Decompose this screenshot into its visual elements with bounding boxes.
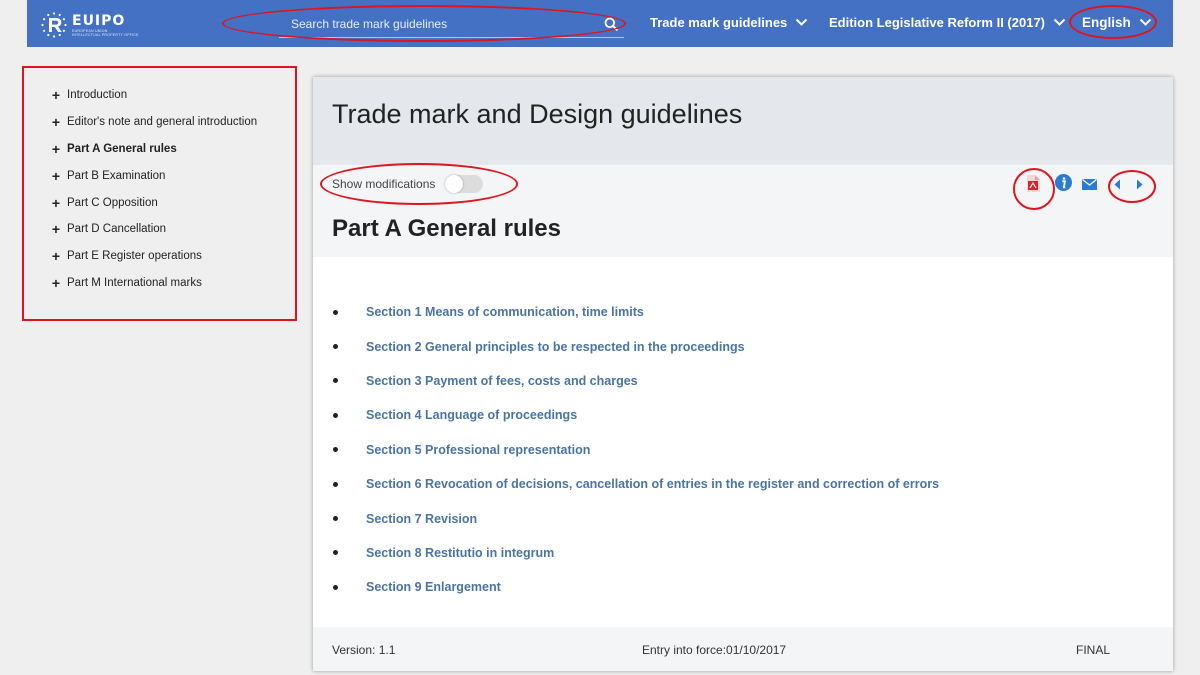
- bullet: [333, 378, 338, 384]
- nav-trade-mark-guidelines[interactable]: Trade mark guidelines: [650, 15, 808, 30]
- bullet: [333, 516, 338, 522]
- bullet: [333, 412, 338, 418]
- list-item: Section 9 Enlargement: [333, 570, 939, 604]
- section-link-7[interactable]: Section 7 Revision: [366, 512, 477, 526]
- sidebar-item-part-e[interactable]: + Part E Register operations: [49, 243, 257, 270]
- logo-subtitle-2: INTELLECTUAL PROPERTY OFFICE: [72, 32, 139, 37]
- sidebar-item-label: Part A General rules: [67, 142, 177, 155]
- plus-icon: +: [51, 194, 61, 211]
- card-body: Section 1 Means of communication, time l…: [313, 257, 1173, 627]
- list-item: Section 1 Means of communication, time l…: [333, 295, 939, 329]
- section-link-2[interactable]: Section 2 General principles to be respe…: [366, 340, 745, 354]
- sidebar-item-label: Introduction: [67, 89, 128, 102]
- show-modifications-label: Show modifications: [332, 177, 436, 191]
- sidebar-item-part-a[interactable]: + Part A General rules: [49, 136, 257, 163]
- part-title: Part A General rules: [332, 215, 561, 242]
- bullet: [333, 309, 338, 315]
- arrow-left-icon[interactable]: [1114, 177, 1121, 195]
- chevron-down-icon: [795, 18, 808, 27]
- chevron-down-icon: [1139, 18, 1152, 27]
- page-title: Trade mark and Design guidelines: [332, 99, 743, 129]
- logo-title: EUIPO: [72, 12, 126, 29]
- section-link-5[interactable]: Section 5 Professional representation: [366, 443, 590, 457]
- info-icon[interactable]: [1055, 174, 1072, 196]
- sidebar-item-label: Part B Examination: [67, 169, 166, 182]
- euipo-logo-icon: [40, 11, 68, 39]
- sidebar-item-introduction[interactable]: + Introduction: [49, 82, 257, 109]
- sidebar-item-label: Part E Register operations: [67, 250, 202, 263]
- bullet: [333, 481, 338, 487]
- section-link-6[interactable]: Section 6 Revocation of decisions, cance…: [366, 477, 939, 491]
- list-item: Section 7 Revision: [333, 501, 939, 535]
- status-label: FINAL: [1076, 643, 1111, 657]
- sidebar-item-part-b[interactable]: + Part B Examination: [49, 162, 257, 189]
- sidebar-item-label: Part C Opposition: [67, 196, 158, 209]
- entry-into-force-label: Entry into force:01/10/2017: [642, 643, 787, 657]
- list-item: Section 6 Revocation of decisions, cance…: [333, 467, 939, 501]
- section-link-4[interactable]: Section 4 Language of proceedings: [366, 408, 577, 422]
- list-item: Section 8 Restitutio in integrum: [333, 536, 939, 570]
- sidebar-navigation: + Introduction + Editor's note and general…: [24, 67, 296, 320]
- search-icon[interactable]: [604, 17, 618, 36]
- pdf-icon[interactable]: [1026, 175, 1040, 197]
- sidebar-item-label: Part D Cancellation: [67, 223, 167, 236]
- version-label: Version: 1.1: [332, 643, 396, 657]
- show-modifications-row: Show modifications: [332, 175, 484, 193]
- section-list: Section 1 Means of communication, time l…: [333, 295, 939, 605]
- card-toolbar: Show modifications Part A General rules: [313, 165, 1173, 257]
- nav-trade-mark-guidelines-label: Trade mark guidelines: [650, 15, 788, 30]
- plus-icon: +: [51, 87, 61, 104]
- mail-icon[interactable]: [1082, 177, 1097, 195]
- plus-icon: +: [51, 140, 61, 157]
- show-modifications-toggle[interactable]: [445, 175, 484, 193]
- list-item: Section 2 General principles to be respe…: [333, 329, 939, 363]
- plus-icon: +: [51, 114, 61, 131]
- section-link-1[interactable]: Section 1 Means of communication, time l…: [366, 305, 644, 319]
- language-selector[interactable]: English: [1082, 15, 1152, 30]
- sidebar-item-label: Part M International marks: [67, 276, 202, 289]
- language-label: English: [1082, 15, 1131, 30]
- sidebar-item-part-d[interactable]: + Part D Cancellation: [49, 216, 257, 243]
- chevron-down-icon: [1053, 18, 1066, 27]
- plus-icon: +: [51, 167, 61, 184]
- sidebar-item-editors-note[interactable]: + Editor's note and general introduction: [49, 109, 257, 136]
- section-link-9[interactable]: Section 9 Enlargement: [366, 580, 501, 594]
- card-header: Trade mark and Design guidelines: [313, 77, 1173, 165]
- sidebar-list: + Introduction + Editor's note and general…: [49, 82, 257, 296]
- euipo-logo[interactable]: EUIPO EUROPEAN UNION INTELLECTUAL PROPER…: [40, 9, 139, 41]
- sidebar-item-label: Editor's note and general introduction: [67, 116, 258, 129]
- list-item: Section 3 Payment of fees, costs and cha…: [333, 364, 939, 398]
- list-item: Section 4 Language of proceedings: [333, 398, 939, 432]
- sidebar-item-part-m[interactable]: + Part M International marks: [49, 270, 257, 297]
- card-footer: Version: 1.1 Entry into force:01/10/2017…: [313, 627, 1173, 671]
- search-bar: [279, 14, 624, 38]
- guidelines-card: Trade mark and Design guidelines Show mo…: [313, 77, 1173, 671]
- plus-icon: +: [51, 221, 61, 238]
- nav-edition-label: Edition Legislative Reform II (2017): [829, 15, 1045, 30]
- search-input[interactable]: [279, 14, 589, 34]
- nav-edition[interactable]: Edition Legislative Reform II (2017): [829, 15, 1066, 30]
- sidebar-item-part-c[interactable]: + Part C Opposition: [49, 189, 257, 216]
- bullet: [333, 447, 338, 453]
- bullet: [333, 344, 338, 350]
- bullet: [333, 550, 338, 556]
- arrow-right-icon[interactable]: [1136, 177, 1143, 195]
- list-item: Section 5 Professional representation: [333, 433, 939, 467]
- section-link-3[interactable]: Section 3 Payment of fees, costs and cha…: [366, 374, 638, 388]
- plus-icon: +: [51, 248, 61, 265]
- bullet: [333, 584, 338, 590]
- plus-icon: +: [51, 274, 61, 291]
- section-link-8[interactable]: Section 8 Restitutio in integrum: [366, 546, 554, 560]
- top-navigation-bar: EUIPO EUROPEAN UNION INTELLECTUAL PROPER…: [27, 0, 1173, 47]
